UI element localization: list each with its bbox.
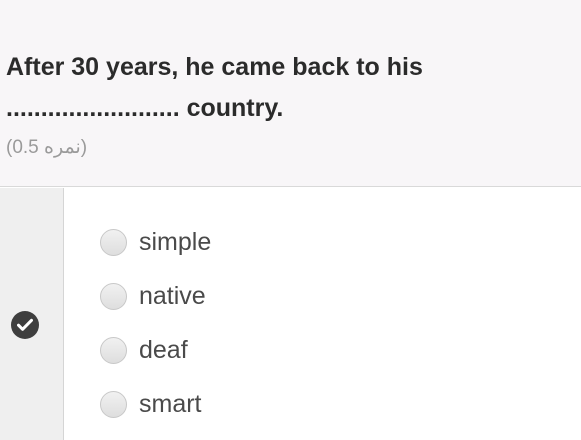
- question-header: After 30 years, he came back to his ....…: [0, 0, 581, 187]
- question-text: After 30 years, he came back to his ....…: [6, 47, 546, 129]
- answer-option-label: deaf: [139, 336, 188, 364]
- answer-status-column: [0, 188, 64, 440]
- radio-button[interactable]: [100, 282, 127, 310]
- radio-button[interactable]: [100, 336, 127, 364]
- answer-option-smart[interactable]: smart: [100, 388, 202, 420]
- answer-option-deaf[interactable]: deaf: [100, 334, 188, 366]
- question-line-1: After 30 years, he came back to his: [6, 53, 423, 81]
- radio-button[interactable]: [100, 390, 127, 418]
- question-score: (نمره 0.5): [6, 137, 88, 158]
- answer-options: simple native deaf smart: [64, 188, 581, 440]
- answer-option-simple[interactable]: simple: [100, 226, 211, 258]
- answer-option-label: simple: [139, 228, 212, 256]
- check-circle-icon: [11, 311, 39, 339]
- answer-option-label: native: [139, 282, 206, 310]
- radio-button[interactable]: [100, 228, 127, 256]
- answer-option-native[interactable]: native: [100, 280, 206, 312]
- question-line-2: ......................... country.: [6, 94, 284, 122]
- answer-option-label: smart: [139, 390, 202, 418]
